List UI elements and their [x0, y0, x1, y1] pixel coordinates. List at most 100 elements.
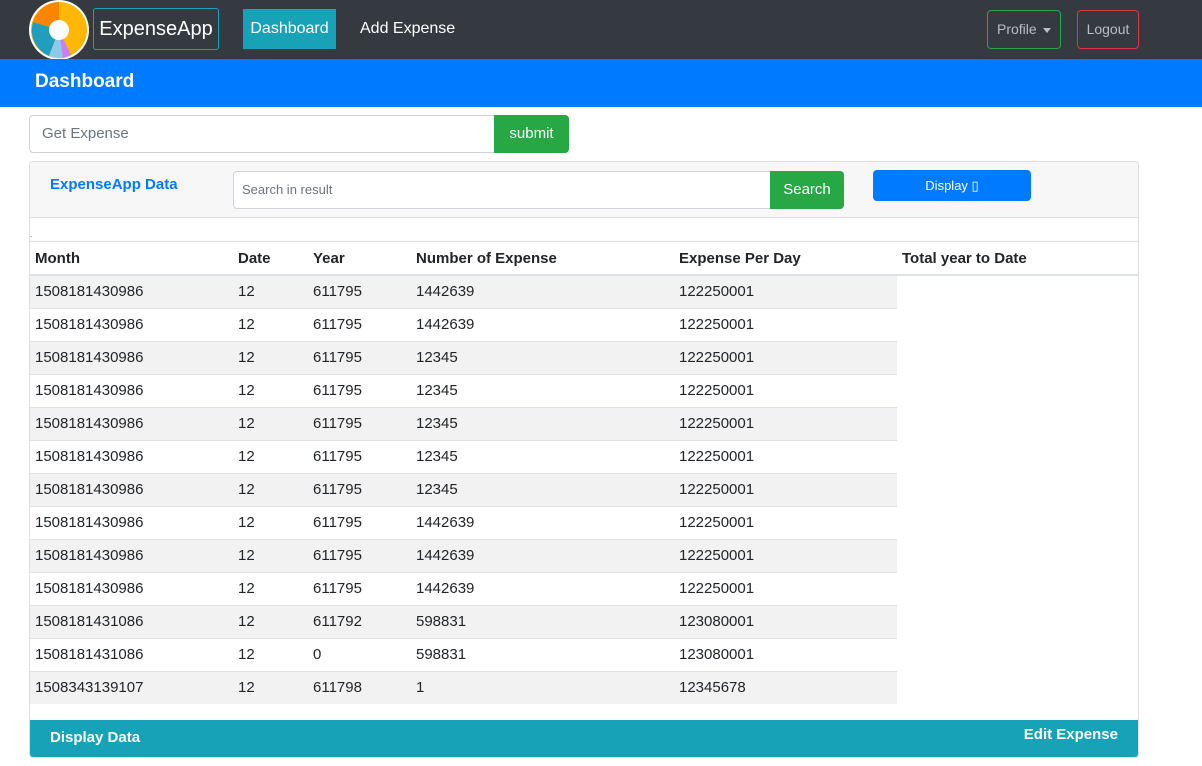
table-cell: 12	[233, 274, 308, 308]
table-cell: 122250001	[674, 340, 897, 374]
table-cell: 0	[308, 637, 411, 671]
submit-button[interactable]: submit	[494, 115, 569, 153]
table-cell: 598831	[411, 604, 674, 638]
table-cell: 1508181430986	[30, 472, 233, 506]
table-cell	[897, 440, 1138, 473]
table-cell: 1	[411, 670, 674, 704]
table-cell: 122250001	[674, 307, 897, 341]
table-cell	[897, 638, 1138, 671]
table-cell: 611795	[308, 373, 411, 407]
table-row: 1508181430986 12 611795 12345 122250001	[30, 472, 1138, 506]
table-cell	[897, 539, 1138, 572]
table-cell: 122250001	[674, 571, 897, 605]
logout-button[interactable]: Logout	[1077, 10, 1139, 49]
table-row: 1508181430986 12 611795 12345 122250001	[30, 373, 1138, 407]
table-cell: 12	[233, 406, 308, 440]
table-cell: 611795	[308, 538, 411, 572]
table-cell	[897, 572, 1138, 605]
table-cell	[897, 671, 1138, 704]
table-cell: 122250001	[674, 472, 897, 506]
caret-down-icon	[1043, 28, 1051, 33]
table-cell: 12345	[411, 439, 674, 473]
table-cell: 1508181430986	[30, 307, 233, 341]
table-cell: 1508181431086	[30, 637, 233, 671]
table-cell: 122250001	[674, 538, 897, 572]
table-cell: 12	[233, 637, 308, 671]
stray-dot: .	[30, 230, 33, 239]
edit-expense-link[interactable]: Edit Expense	[1024, 726, 1118, 743]
display-button[interactable]: Display ▯	[873, 170, 1031, 201]
table-row: 1508181430986 12 611795 1442639 122250001	[30, 538, 1138, 572]
table-row: 1508181430986 12 611795 1442639 122250001	[30, 571, 1138, 605]
table-cell	[897, 605, 1138, 638]
table-cell	[897, 308, 1138, 341]
table-cell: 12	[233, 571, 308, 605]
column-header-number-of-expense[interactable]: Number of Expense	[411, 242, 674, 276]
column-header-date[interactable]: Date	[233, 242, 308, 276]
column-header-total-year-to-date[interactable]: Total year to Date	[897, 242, 1138, 276]
table-header-row: Month Date Year Number of Expense Expens…	[30, 242, 1138, 276]
nav-dashboard[interactable]: Dashboard	[243, 9, 336, 49]
table-cell: 611795	[308, 571, 411, 605]
table-cell: 123080001	[674, 637, 897, 671]
table-cell: 12	[233, 538, 308, 572]
table-cell: 122250001	[674, 373, 897, 407]
table-cell	[897, 407, 1138, 440]
page-title: Dashboard	[35, 71, 135, 92]
table-cell: 611792	[308, 604, 411, 638]
column-header-year[interactable]: Year	[308, 242, 411, 276]
profile-dropdown-button[interactable]: Profile	[987, 10, 1061, 49]
table-cell: 1508343139107	[30, 670, 233, 704]
table-cell: 1508181431086	[30, 604, 233, 638]
card-footer: Display Data Edit Expense	[30, 720, 1138, 757]
table-cell: 611798	[308, 670, 411, 704]
table-cell: 1442639	[411, 505, 674, 539]
table-cell	[897, 473, 1138, 506]
table-cell: 123080001	[674, 604, 897, 638]
table-cell: 1508181430986	[30, 373, 233, 407]
nav-add-expense[interactable]: Add Expense	[360, 9, 455, 49]
table-cell: 1508181430986	[30, 538, 233, 572]
table-cell: 12	[233, 373, 308, 407]
display-data-link[interactable]: Display Data	[50, 729, 140, 746]
table-cell: 12345	[411, 406, 674, 440]
table-cell: 12	[233, 472, 308, 506]
table-cell	[897, 374, 1138, 407]
table-cell: 1508181430986	[30, 571, 233, 605]
top-navbar: ExpenseApp Dashboard Add Expense Profile…	[0, 0, 1202, 60]
table-cell: 1442639	[411, 538, 674, 572]
table-cell: 12345	[411, 472, 674, 506]
table-cell: 12	[233, 307, 308, 341]
table-cell: 1442639	[411, 274, 674, 308]
brand-link[interactable]: ExpenseApp	[93, 8, 219, 50]
table-cell: 1508181430986	[30, 274, 233, 308]
table-cell: 12	[233, 505, 308, 539]
search-button[interactable]: Search	[770, 171, 844, 209]
table-row: 1508181430986 12 611795 12345 122250001	[30, 439, 1138, 473]
column-header-expense-per-day[interactable]: Expense Per Day	[674, 242, 897, 276]
table-cell: 1508181430986	[30, 340, 233, 374]
table-cell: 611795	[308, 505, 411, 539]
table-cell: 12	[233, 439, 308, 473]
table-cell: 1442639	[411, 571, 674, 605]
page-header: Dashboard	[0, 59, 1202, 107]
search-input[interactable]: Search in result	[233, 171, 771, 209]
get-expense-input[interactable]: Get Expense	[29, 115, 495, 153]
table-cell: 611795	[308, 340, 411, 374]
table-cell: 12	[233, 604, 308, 638]
table-cell: 611795	[308, 439, 411, 473]
card-title[interactable]: ExpenseApp Data	[50, 176, 178, 193]
table-cell: 598831	[411, 637, 674, 671]
table-cell: 611795	[308, 472, 411, 506]
table-cell	[897, 275, 1138, 308]
column-header-month[interactable]: Month	[30, 242, 233, 276]
table-cell: 1442639	[411, 307, 674, 341]
card-header: ExpenseApp Data Search in result Search …	[30, 162, 1138, 218]
app-logo-icon[interactable]	[29, 0, 89, 60]
table-cell	[897, 506, 1138, 539]
table-cell: 122250001	[674, 439, 897, 473]
table-cell: 1508181430986	[30, 406, 233, 440]
table-cell: 12345678	[674, 670, 897, 704]
table-cell: 122250001	[674, 274, 897, 308]
table-cell: 611795	[308, 274, 411, 308]
